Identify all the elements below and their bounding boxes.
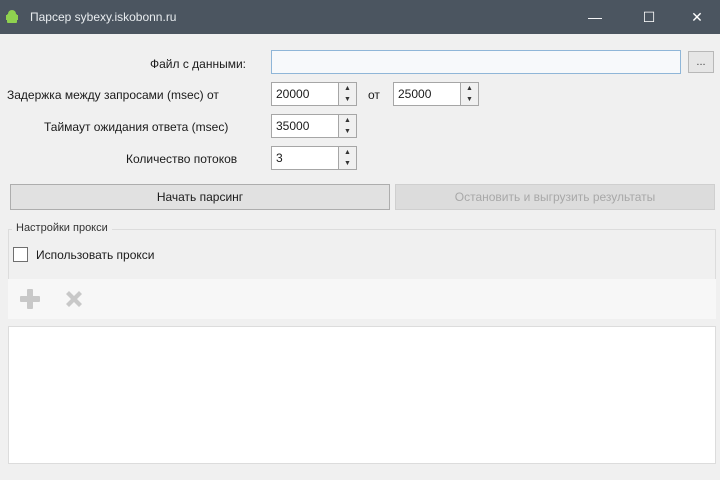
threads-stepper[interactable]: ▲ ▼ <box>271 146 357 170</box>
file-label: Файл с данными: <box>150 57 247 71</box>
chevron-up-icon[interactable]: ▲ <box>339 83 356 94</box>
window-title: Парсер sybexy.iskobonn.ru <box>30 10 177 24</box>
proxy-settings-title: Настройки прокси <box>12 222 112 234</box>
threads-arrows[interactable]: ▲ ▼ <box>339 146 357 170</box>
start-parsing-button[interactable]: Начать парсинг <box>10 184 390 210</box>
android-icon <box>6 10 18 23</box>
delete-icon[interactable] <box>62 287 86 311</box>
chevron-down-icon[interactable]: ▼ <box>461 94 478 105</box>
chevron-down-icon[interactable]: ▼ <box>339 94 356 105</box>
browse-label: ... <box>696 56 706 68</box>
minimize-button[interactable]: — <box>572 0 618 34</box>
maximize-icon: ☐ <box>642 8 656 25</box>
close-button[interactable]: ✕ <box>674 0 720 34</box>
timeout-label: Таймаут ожидания ответа (msec) <box>44 120 229 134</box>
proxy-list[interactable] <box>8 326 716 464</box>
proxy-toolbar <box>8 279 716 319</box>
chevron-up-icon[interactable]: ▲ <box>461 83 478 94</box>
delay-from-stepper[interactable]: ▲ ▼ <box>271 82 357 106</box>
delay-to-input[interactable] <box>393 82 461 106</box>
delay-to-stepper[interactable]: ▲ ▼ <box>393 82 479 106</box>
delay-to-label: от <box>368 88 380 102</box>
threads-input[interactable] <box>271 146 339 170</box>
minimize-icon: — <box>588 9 602 25</box>
timeout-arrows[interactable]: ▲ ▼ <box>339 114 357 138</box>
maximize-button[interactable]: ☐ <box>626 0 672 34</box>
stop-export-button[interactable]: Остановить и выгрузить результаты <box>395 184 715 210</box>
plus-icon[interactable] <box>18 287 42 311</box>
use-proxy-label[interactable]: Использовать прокси <box>36 248 155 262</box>
browse-button[interactable]: ... <box>688 51 714 73</box>
stop-export-label: Остановить и выгрузить результаты <box>454 190 656 204</box>
delay-to-arrows[interactable]: ▲ ▼ <box>461 82 479 106</box>
chevron-up-icon[interactable]: ▲ <box>339 147 356 158</box>
chevron-down-icon[interactable]: ▼ <box>339 158 356 169</box>
chevron-down-icon[interactable]: ▼ <box>339 126 356 137</box>
use-proxy-checkbox[interactable] <box>13 247 28 262</box>
timeout-stepper[interactable]: ▲ ▼ <box>271 114 357 138</box>
chevron-up-icon[interactable]: ▲ <box>339 115 356 126</box>
file-path-input[interactable] <box>271 50 681 74</box>
title-bar[interactable]: Парсер sybexy.iskobonn.ru — ☐ ✕ <box>0 0 720 34</box>
start-parsing-label: Начать парсинг <box>156 190 244 204</box>
delay-label: Задержка между запросами (msec) от <box>7 88 219 102</box>
timeout-input[interactable] <box>271 114 339 138</box>
threads-label: Количество потоков <box>126 152 238 166</box>
delay-from-input[interactable] <box>271 82 339 106</box>
close-icon: ✕ <box>691 8 703 25</box>
delay-from-arrows[interactable]: ▲ ▼ <box>339 82 357 106</box>
